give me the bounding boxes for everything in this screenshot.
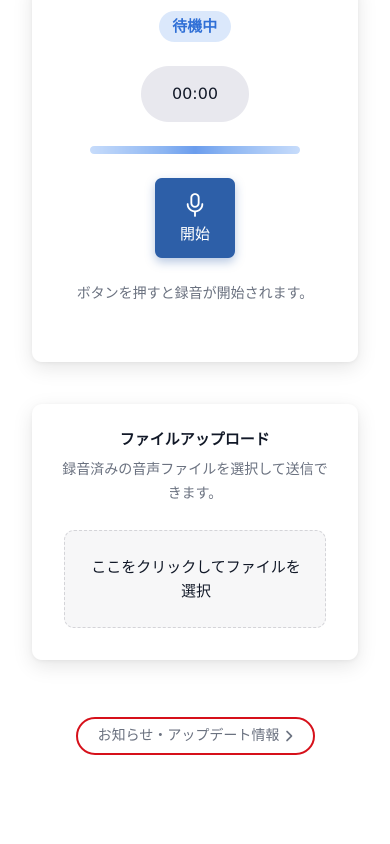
news-link-label: お知らせ・アップデート情報	[97, 728, 280, 744]
upload-description: 録音済みの音声ファイルを選択して送信できます。	[62, 462, 328, 502]
news-updates-link[interactable]: お知らせ・アップデート情報	[76, 717, 315, 755]
recorder-card: 待機中 00:00 開始 ボタンを押すと録音が開始されます。	[32, 0, 358, 362]
chevron-right-icon	[286, 730, 293, 742]
recording-hint: ボタンを押すと録音が開始されます。	[76, 286, 314, 302]
start-button-label: 開始	[179, 225, 210, 243]
upload-card: ファイルアップロード 録音済みの音声ファイルを選択して送信できます。 ここをクリ…	[32, 404, 358, 660]
timer-display: 00:00	[141, 66, 249, 122]
microphone-icon	[186, 193, 204, 217]
file-dropzone[interactable]: ここをクリックしてファイルを選択	[64, 530, 326, 628]
start-button[interactable]: 開始	[155, 178, 235, 258]
audio-level-bar	[90, 146, 300, 154]
dropzone-label: ここをクリックしてファイルを選択	[91, 558, 301, 600]
status-badge: 待機中	[159, 11, 231, 42]
upload-title: ファイルアップロード	[119, 430, 270, 448]
